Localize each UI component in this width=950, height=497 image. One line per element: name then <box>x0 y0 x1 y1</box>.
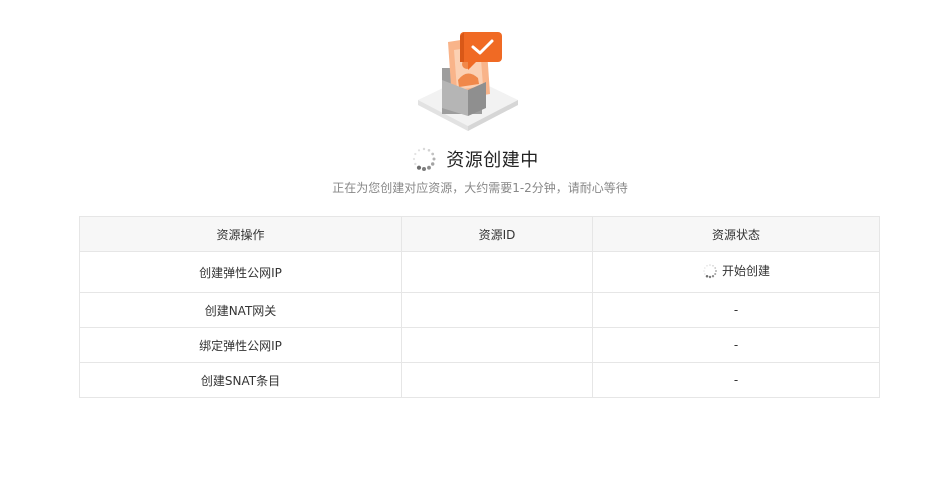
operation-cell: 创建弹性公网IP <box>79 251 402 293</box>
status-with-spinner: 开始创建 <box>702 262 770 279</box>
operation-cell: 绑定弹性公网IP <box>79 327 402 363</box>
resource-id-cell <box>401 327 593 363</box>
column-header-status: 资源状态 <box>592 216 880 252</box>
loading-spinner-icon <box>703 263 717 278</box>
status-cell: 开始创建 <box>592 251 880 293</box>
status-title: 资源创建中 <box>0 146 950 172</box>
loading-spinner-icon <box>413 147 436 171</box>
column-header-resource-id: 资源ID <box>401 216 593 252</box>
table-row: 绑定弹性公网IP - <box>79 327 880 363</box>
column-header-operation: 资源操作 <box>79 216 402 252</box>
status-cell: - <box>592 362 880 398</box>
status-cell: - <box>592 292 880 328</box>
resource-progress-table: 资源操作 资源ID 资源状态 创建弹性公网IP 开始创建 创建NAT网关 - 绑… <box>79 216 880 398</box>
operation-cell: 创建NAT网关 <box>79 292 402 328</box>
page-title: 资源创建中 <box>446 150 539 171</box>
resource-id-cell <box>401 251 593 293</box>
document-check-box-icon <box>418 32 518 131</box>
table-row: 创建SNAT条目 - <box>79 362 880 398</box>
resource-creation-page: 资源创建中 正在为您创建对应资源，大约需要1-2分钟，请耐心等待 资源操作 资源… <box>0 0 950 497</box>
page-subtitle: 正在为您创建对应资源，大约需要1-2分钟，请耐心等待 <box>332 181 628 195</box>
status-text: 开始创建 <box>721 264 770 279</box>
status-cell: - <box>592 327 880 363</box>
table-header-row: 资源操作 资源ID 资源状态 <box>79 216 880 252</box>
table-row: 创建NAT网关 - <box>79 292 880 328</box>
operation-cell: 创建SNAT条目 <box>79 362 402 398</box>
resource-id-cell <box>401 292 593 328</box>
table-row: 创建弹性公网IP 开始创建 <box>79 251 880 293</box>
resource-id-cell <box>401 362 593 398</box>
